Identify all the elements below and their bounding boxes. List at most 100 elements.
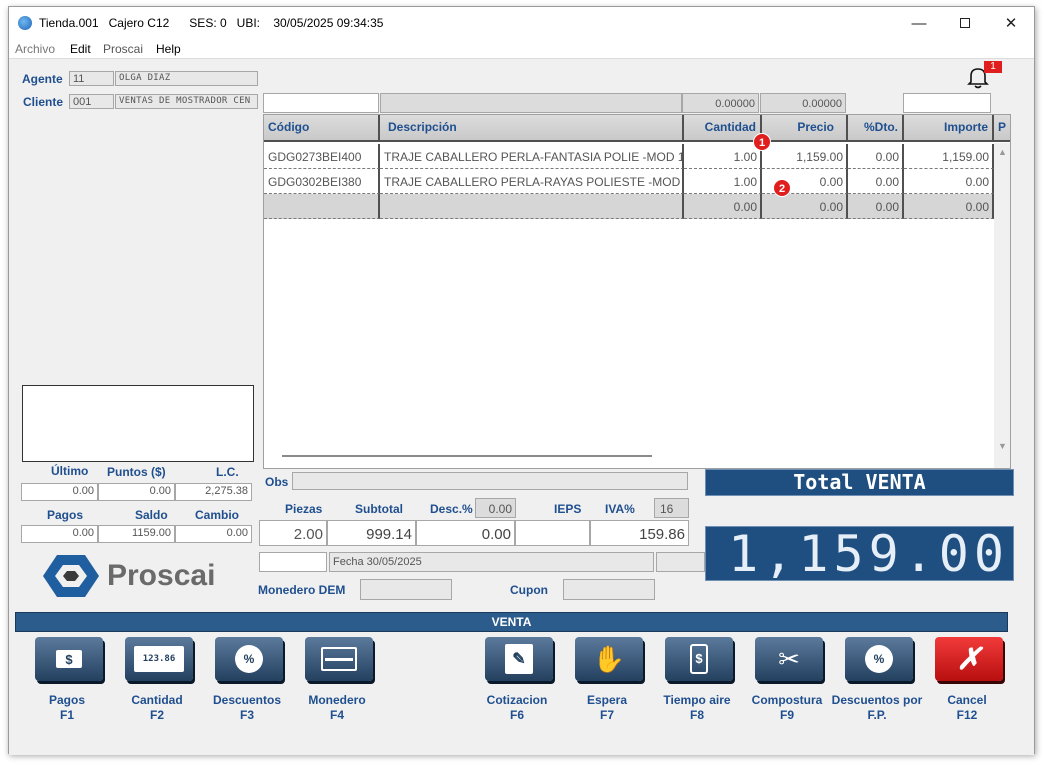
descuentos-button[interactable]: % [215, 637, 283, 681]
iva-label: IVA% [605, 502, 635, 516]
row2-dto[interactable]: 0.00 [848, 169, 904, 194]
iva-pct-field[interactable]: 16 [654, 498, 689, 518]
menu-bar: Archivo Edit Proscai Help [9, 39, 1034, 59]
items-grid[interactable]: Código Descripción Cantidad Precio %Dto.… [263, 114, 1011, 469]
saldo-field: 1159.00 [98, 525, 175, 543]
col-descripcion[interactable]: Descripción [380, 115, 684, 142]
row3-codigo[interactable] [264, 194, 380, 219]
grid-vertical-scrollbar[interactable]: ▲ ▼ [994, 143, 1010, 468]
fkey-compostura[interactable]: ✂ Compostura F9 [747, 635, 827, 745]
app-window: Tienda.001 Cajero C12 SES: 0 UBI: 30/05/… [8, 6, 1035, 755]
col-dto[interactable]: %Dto. [848, 115, 904, 142]
discount-icon: % [865, 645, 893, 673]
scroll-up-icon[interactable]: ▲ [998, 147, 1007, 157]
app-globe-icon [18, 16, 32, 30]
descuentos-fp-button[interactable]: % [845, 637, 913, 681]
phone-icon: $ [690, 644, 708, 674]
desc-pct-field[interactable]: 0.00 [475, 498, 516, 518]
client-name-field[interactable]: VENTAS DE MOSTRADOR CEN [115, 94, 258, 109]
fkey-tiempo-aire[interactable]: $ Tiempo aire F8 [657, 635, 737, 745]
col-codigo[interactable]: Código [264, 115, 380, 142]
row3-descripcion[interactable] [380, 194, 684, 219]
obs-field[interactable] [292, 472, 688, 490]
fkey-descuentos-fp[interactable]: % Descuentos por F.P. [832, 635, 922, 745]
pagos-button[interactable]: $ [35, 637, 103, 681]
subtotal-field: 999.14 [327, 520, 416, 546]
pagos-label: Pagos [47, 508, 84, 522]
puntos-label: Puntos ($) [107, 465, 166, 479]
iva-field: 159.86 [590, 520, 689, 546]
row2-importe[interactable]: 0.00 [904, 169, 994, 194]
piezas-field: 2.00 [259, 520, 327, 546]
client-code-field[interactable]: 001 [69, 94, 114, 109]
row1-importe[interactable]: 1,159.00 [904, 144, 994, 169]
col-cantidad[interactable]: Cantidad [684, 115, 762, 142]
row2-codigo[interactable]: GDG0302BEI380 [264, 169, 380, 194]
desc-field: 0.00 [416, 520, 515, 546]
col-p[interactable]: P [994, 115, 1010, 142]
fkey-monedero[interactable]: Monedero F4 [297, 635, 377, 745]
scissors-icon: ✂ [778, 643, 800, 674]
tiempo-aire-button[interactable]: $ [665, 637, 733, 681]
fkey-cotizacion[interactable]: ✎ Cotizacion F6 [477, 635, 557, 745]
quote-icon: ✎ [505, 644, 533, 674]
cantidad-button[interactable]: 123.86 [125, 637, 193, 681]
pagos-field: 0.00 [21, 525, 98, 543]
fkey-espera[interactable]: ✋ Espera F7 [567, 635, 647, 745]
col-precio[interactable]: Precio [762, 115, 848, 142]
compostura-button[interactable]: ✂ [755, 637, 823, 681]
scroll-down-icon[interactable]: ▼ [998, 441, 1007, 451]
espera-button[interactable]: ✋ [575, 637, 643, 681]
menu-archivo[interactable]: Archivo [15, 42, 55, 56]
cancel-icon: ✗ [956, 642, 982, 676]
cotizacion-button[interactable]: ✎ [485, 637, 553, 681]
row1-dto[interactable]: 0.00 [848, 144, 904, 169]
grid-filter-field-2[interactable] [380, 93, 682, 113]
grid-search-field[interactable] [903, 93, 991, 113]
row2-cantidad[interactable]: 1.00 [684, 169, 762, 194]
monedero-field[interactable] [360, 579, 452, 600]
saldo-label: Saldo [135, 508, 168, 522]
cupon-field[interactable] [563, 579, 655, 600]
monedero-button[interactable] [305, 637, 373, 681]
cambio-label: Cambio [195, 508, 240, 522]
cash-icon: $ [56, 650, 82, 668]
cancel-button[interactable]: ✗ [935, 637, 1003, 681]
col-importe[interactable]: Importe [904, 115, 994, 142]
row3-precio[interactable]: 0.00 [762, 194, 848, 219]
fecha-prefix-field[interactable] [259, 552, 327, 572]
row3-importe[interactable]: 0.00 [904, 194, 994, 219]
menu-proscai[interactable]: Proscai [103, 42, 143, 56]
notes-box[interactable] [22, 385, 254, 462]
grid-horizontal-scrollbar[interactable] [282, 455, 652, 457]
fecha-field: Fecha 30/05/2025 [329, 552, 654, 572]
minimize-button[interactable]: — [896, 7, 942, 39]
proscai-logo-icon [43, 551, 99, 601]
fkey-descuentos[interactable]: % Descuentos F3 [207, 635, 287, 745]
row1-cantidad[interactable]: 1.00 [684, 144, 762, 169]
cupon-label: Cupon [510, 583, 548, 597]
fkey-pagos[interactable]: $ Pagos F1 [27, 635, 107, 745]
ieps-field [515, 520, 590, 546]
precio-total-field: 0.00000 [760, 93, 846, 113]
client-label: Cliente [23, 95, 64, 109]
row1-precio[interactable]: 1,159.00 [762, 144, 848, 169]
agent-code-field[interactable]: 11 [69, 71, 114, 86]
row1-descripcion[interactable]: TRAJE CABALLERO PERLA-FANTASIA POLIE -MO… [380, 144, 684, 169]
total-amount-display: 1,159.00 [705, 526, 1014, 582]
row2-descripcion[interactable]: TRAJE CABALLERO PERLA-RAYAS POLIESTE -MO… [380, 169, 684, 194]
fkey-cantidad[interactable]: 123.86 Cantidad F2 [117, 635, 197, 745]
menu-help[interactable]: Help [156, 42, 181, 56]
close-button[interactable]: ✕ [988, 7, 1034, 39]
row3-dto[interactable]: 0.00 [848, 194, 904, 219]
grid-filter-field-1[interactable] [263, 93, 379, 113]
maximize-button[interactable] [942, 7, 988, 39]
desc-label: Desc.% [430, 502, 473, 516]
proscai-logo-text: Proscai [107, 559, 216, 592]
menu-edit[interactable]: Edit [70, 42, 91, 56]
ultimo-field: 0.00 [21, 483, 98, 501]
row3-cantidad[interactable]: 0.00 [684, 194, 762, 219]
agent-name-field[interactable]: OLGA DIAZ [115, 71, 258, 86]
row1-codigo[interactable]: GDG0273BEI400 [264, 144, 380, 169]
fkey-cancel[interactable]: ✗ Cancel F12 [927, 635, 1007, 745]
